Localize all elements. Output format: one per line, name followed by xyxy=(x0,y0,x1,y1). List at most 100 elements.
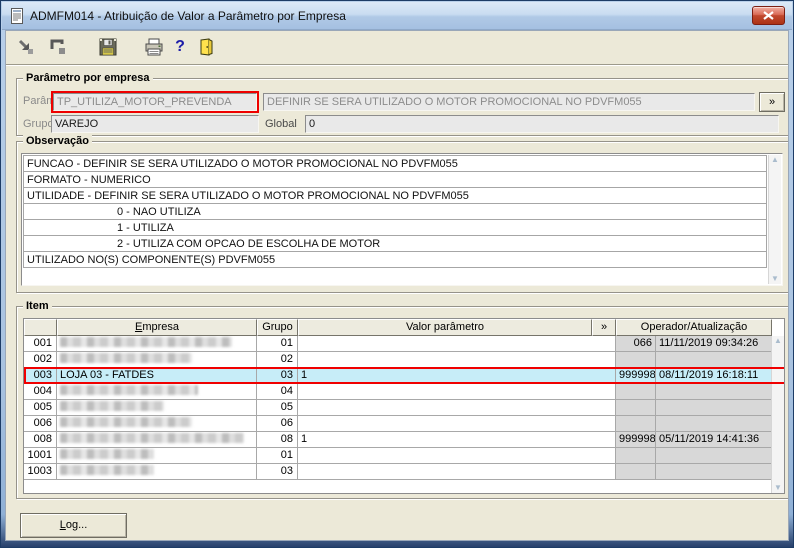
close-button[interactable] xyxy=(752,6,785,25)
cell-valor-parametro[interactable] xyxy=(298,336,616,352)
cell-row-number: 003 xyxy=(24,368,57,384)
header-grupo[interactable]: Grupo xyxy=(257,319,298,336)
cell-valor-parametro[interactable] xyxy=(298,448,616,464)
cell-atualizacao xyxy=(656,448,772,464)
help-button[interactable]: ? xyxy=(168,35,192,59)
scroll-down-icon[interactable]: ▼ xyxy=(774,484,782,492)
redacted-text xyxy=(60,417,192,428)
table-row[interactable]: 005 05 xyxy=(24,400,784,416)
scroll-up-icon[interactable]: ▲ xyxy=(771,156,779,164)
cell-operador: 999998 xyxy=(616,432,656,448)
item-table-body: 001 01 066 11/11/2019 09:34:26 002 02 003 LOJA … xyxy=(24,336,784,480)
global-field[interactable]: 0 xyxy=(305,115,779,133)
header-row-number[interactable] xyxy=(24,319,57,336)
observacao-group-legend: Observação xyxy=(23,135,92,148)
cell-atualizacao: 08/11/2019 16:18:11 xyxy=(656,368,772,384)
cell-grupo: 01 xyxy=(257,448,298,464)
cell-grupo: 01 xyxy=(257,336,298,352)
print-button[interactable] xyxy=(142,35,166,59)
grupo-field[interactable]: VAREJO xyxy=(51,115,259,133)
cell-valor-parametro[interactable]: 1 xyxy=(298,368,616,384)
toolbar-separator xyxy=(6,64,788,66)
header-valor-parametro[interactable]: Valor parâmetro xyxy=(298,319,592,336)
observacao-line: UTILIZADO NO(S) COMPONENTE(S) PDVFM055 xyxy=(23,251,767,268)
cell-grupo: 08 xyxy=(257,432,298,448)
dialog-window: ADMFM014 - Atribuição de Valor a Parâmet… xyxy=(0,0,794,548)
form-icon xyxy=(11,7,23,24)
cell-operador xyxy=(616,464,656,480)
cell-row-number: 008 xyxy=(24,432,57,448)
cell-valor-parametro[interactable] xyxy=(298,400,616,416)
print-icon xyxy=(145,38,163,56)
cascade-icon xyxy=(50,39,65,54)
cell-grupo: 02 xyxy=(257,352,298,368)
cell-atualizacao: 05/11/2019 14:41:36 xyxy=(656,432,772,448)
table-row[interactable]: 1001 01 xyxy=(24,448,784,464)
cell-valor-parametro[interactable] xyxy=(298,464,616,480)
scroll-down-icon[interactable]: ▼ xyxy=(771,275,779,283)
table-row[interactable]: 006 06 xyxy=(24,416,784,432)
cell-empresa xyxy=(57,432,257,448)
cell-valor-parametro[interactable]: 1 xyxy=(298,432,616,448)
table-row[interactable]: 001 01 066 11/11/2019 09:34:26 xyxy=(24,336,784,352)
cell-atualizacao: 11/11/2019 09:34:26 xyxy=(656,336,772,352)
observacao-line: 0 - NAO UTILIZA xyxy=(23,203,767,220)
exit-button[interactable] xyxy=(194,35,218,59)
header-operador-atualizacao[interactable]: Operador/Atualização xyxy=(616,319,772,336)
descricao-field[interactable]: DEFINIR SE SERA UTILIZADO O MOTOR PROMOC… xyxy=(263,93,755,111)
parametro-field[interactable]: TP_UTILIZA_MOTOR_PREVENDA xyxy=(53,93,257,111)
cell-row-number: 002 xyxy=(24,352,57,368)
redacted-text xyxy=(60,401,164,412)
cell-row-number: 006 xyxy=(24,416,57,432)
table-row[interactable]: 004 04 xyxy=(24,384,784,400)
parametro-expand-button[interactable]: » xyxy=(759,92,785,112)
observacao-line: 1 - UTILIZA xyxy=(23,219,767,236)
cell-operador xyxy=(616,416,656,432)
item-scrollbar[interactable]: ▲ ▼ xyxy=(771,336,784,493)
cell-operador xyxy=(616,448,656,464)
cell-atualizacao xyxy=(656,464,772,480)
table-row-selected[interactable]: 003 LOJA 03 - FATDES 03 1 999998 08/11/2019 1… xyxy=(24,367,784,384)
redacted-text xyxy=(60,433,244,444)
cell-empresa xyxy=(57,336,257,352)
observacao-line: UTILIDADE - DEFINIR SE SERA UTILIZADO O … xyxy=(23,187,767,204)
table-row[interactable]: 002 02 xyxy=(24,352,784,368)
cell-row-number: 001 xyxy=(24,336,57,352)
cell-grupo: 04 xyxy=(257,384,298,400)
cell-atualizacao xyxy=(656,400,772,416)
cell-valor-parametro[interactable] xyxy=(298,384,616,400)
cell-operador xyxy=(616,352,656,368)
header-expand-button[interactable]: » xyxy=(592,319,616,336)
observacao-list: FUNCAO - DEFINIR SE SERA UTILIZADO O MOT… xyxy=(21,153,783,286)
help-icon: ? xyxy=(175,38,185,55)
observacao-scrollbar[interactable]: ▲ ▼ xyxy=(768,155,781,284)
table-row[interactable]: 1003 03 xyxy=(24,464,784,480)
parametro-highlight-box: TP_UTILIZA_MOTOR_PREVENDA xyxy=(51,91,259,113)
cell-empresa xyxy=(57,464,257,480)
cell-valor-parametro[interactable] xyxy=(298,416,616,432)
cell-valor-parametro[interactable] xyxy=(298,352,616,368)
cell-operador: 066 xyxy=(616,336,656,352)
exit-icon xyxy=(200,38,213,56)
dialog-client-area: ? Parâmetro por empresa Parâmetro TP_UTI… xyxy=(5,30,789,541)
redacted-text xyxy=(60,385,198,396)
cascade-button[interactable] xyxy=(46,35,70,59)
cell-empresa xyxy=(57,400,257,416)
table-row[interactable]: 008 08 1 999998 05/11/2019 14:41:36 xyxy=(24,432,784,448)
toolbar: ? xyxy=(6,31,788,63)
observacao-groupbox: Observação FUNCAO - DEFINIR SE SERA UTIL… xyxy=(16,135,788,293)
cell-row-number: 005 xyxy=(24,400,57,416)
save-button[interactable] xyxy=(96,35,120,59)
cell-grupo: 06 xyxy=(257,416,298,432)
cell-grupo: 03 xyxy=(257,368,298,384)
close-icon xyxy=(763,11,774,20)
redacted-text xyxy=(60,449,154,460)
item-table: Empresa Grupo Valor parâmetro » Operador… xyxy=(23,318,785,494)
scroll-up-icon[interactable]: ▲ xyxy=(774,337,782,345)
jump-button[interactable] xyxy=(14,35,38,59)
cell-operador xyxy=(616,384,656,400)
cell-operador xyxy=(616,400,656,416)
log-button[interactable]: Log... xyxy=(20,513,127,538)
save-icon xyxy=(99,38,117,56)
header-empresa[interactable]: Empresa xyxy=(57,319,257,336)
